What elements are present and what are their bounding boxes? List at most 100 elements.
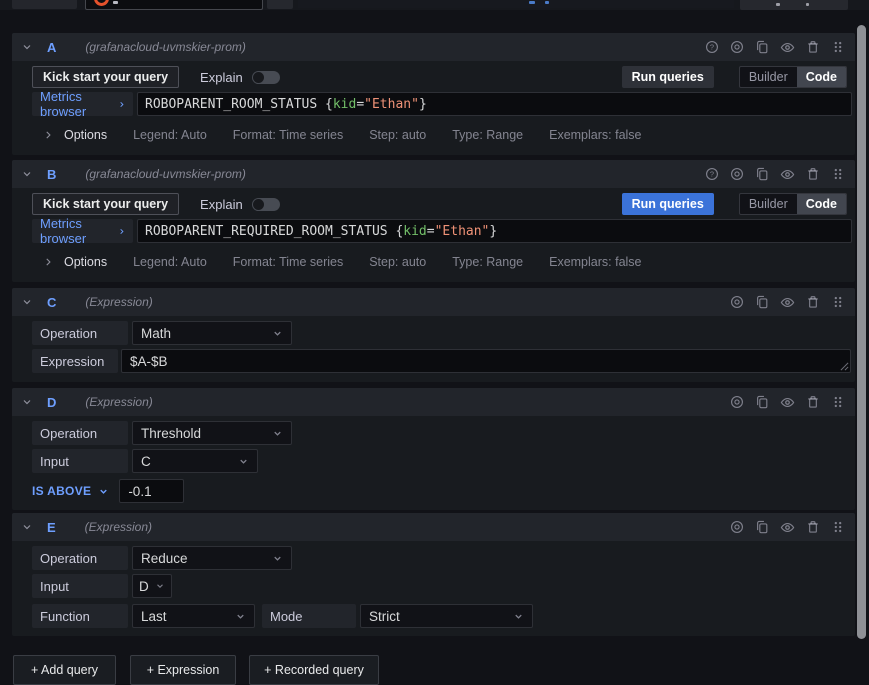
chevron-down-icon[interactable] <box>21 41 33 53</box>
toolbar-fragment-panel <box>298 0 734 8</box>
function-value: Last <box>141 609 167 624</box>
threshold-value: -0.1 <box>128 484 151 499</box>
help-icon[interactable]: ? <box>705 167 719 181</box>
builder-mode-option[interactable]: Builder <box>740 194 797 214</box>
metrics-browser-button[interactable]: Metrics browser <box>32 219 133 243</box>
code-mode-option[interactable]: Code <box>797 194 846 214</box>
delete-query-trash-icon[interactable] <box>806 167 820 181</box>
duplicate-query-icon[interactable] <box>755 40 769 54</box>
duplicate-query-icon[interactable] <box>755 167 769 181</box>
run-queries-button[interactable]: Run queries <box>622 193 714 215</box>
expression-kind: (Expression) <box>85 295 152 309</box>
expression-ref-id: C <box>47 295 56 310</box>
drag-handle-icon[interactable] <box>831 40 845 54</box>
toggle-knob <box>253 199 264 210</box>
option-legend: Legend: Auto <box>133 255 207 269</box>
record-query-icon[interactable] <box>730 520 744 534</box>
hide-query-eye-icon[interactable] <box>780 520 795 535</box>
chevron-down-icon[interactable] <box>21 521 33 533</box>
query-equals: = <box>427 224 435 239</box>
input-select[interactable]: C <box>132 449 258 473</box>
record-query-icon[interactable] <box>730 40 744 54</box>
query-row-a-header: A (grafanacloud-uvmskier-prom) ? <box>12 33 855 61</box>
svg-text:?: ? <box>710 170 714 179</box>
duplicate-query-icon[interactable] <box>755 395 769 409</box>
query-label-value: "Ethan" <box>435 224 490 239</box>
scrollbar[interactable] <box>857 25 866 639</box>
resize-handle-icon[interactable] <box>840 362 849 371</box>
promql-query-input[interactable]: ROBOPARENT_ROOM_STATUS {kid="Ethan"} <box>137 92 852 116</box>
hide-query-eye-icon[interactable] <box>780 395 795 410</box>
chevron-down-icon <box>238 456 249 467</box>
query-text: ROBOPARENT_REQUIRED_ROOM_STATUS { <box>145 224 403 239</box>
record-query-icon[interactable] <box>730 167 744 181</box>
threshold-condition-select[interactable]: IS ABOVE <box>32 484 109 498</box>
toolbar-small-button[interactable] <box>267 0 293 9</box>
add-query-button[interactable]: + Add query <box>13 655 116 685</box>
kick-start-query-button[interactable]: Kick start your query <box>32 193 179 215</box>
hide-query-eye-icon[interactable] <box>780 295 795 310</box>
query-options-row[interactable]: Options Legend: Auto Format: Time series… <box>32 122 852 148</box>
editor-mode-switch: Builder Code <box>739 193 847 215</box>
add-recorded-query-button[interactable]: + Recorded query <box>249 655 379 685</box>
run-queries-button[interactable]: Run queries <box>622 66 714 88</box>
delete-query-trash-icon[interactable] <box>806 295 820 309</box>
operation-select[interactable]: Math <box>132 321 292 345</box>
explain-label: Explain <box>200 197 243 212</box>
chevron-down-icon <box>272 428 283 439</box>
operation-label: Operation <box>32 421 128 445</box>
builder-mode-option[interactable]: Builder <box>740 67 797 87</box>
hide-query-eye-icon[interactable] <box>780 167 795 182</box>
promql-query-input[interactable]: ROBOPARENT_REQUIRED_ROOM_STATUS {kid="Et… <box>137 219 852 243</box>
input-value: D <box>139 579 149 594</box>
svg-text:?: ? <box>710 43 714 52</box>
query-inspector-button-fragment[interactable] <box>740 0 848 10</box>
duplicate-query-icon[interactable] <box>755 520 769 534</box>
function-select[interactable]: Last <box>132 604 255 628</box>
option-type: Type: Range <box>452 128 523 142</box>
kick-start-query-button[interactable]: Kick start your query <box>32 66 179 88</box>
help-icon[interactable]: ? <box>705 40 719 54</box>
input-select[interactable]: D <box>132 574 172 598</box>
query-options-row[interactable]: Options Legend: Auto Format: Time series… <box>32 249 852 275</box>
operation-value: Math <box>141 326 171 341</box>
toolbar-fragment-button[interactable] <box>12 0 77 9</box>
delete-query-trash-icon[interactable] <box>806 395 820 409</box>
expression-row-e-header: E (Expression) <box>12 513 855 541</box>
mode-select[interactable]: Strict <box>360 604 533 628</box>
button-glyph <box>806 3 809 6</box>
option-step: Step: auto <box>369 255 426 269</box>
operation-select[interactable]: Threshold <box>132 421 292 445</box>
chevron-down-icon[interactable] <box>21 168 33 180</box>
code-mode-option[interactable]: Code <box>797 67 846 87</box>
explain-toggle[interactable] <box>252 198 280 211</box>
hide-query-eye-icon[interactable] <box>780 40 795 55</box>
record-query-icon[interactable] <box>730 295 744 309</box>
record-query-icon[interactable] <box>730 395 744 409</box>
mode-value: Strict <box>369 609 400 624</box>
chevron-down-icon[interactable] <box>21 396 33 408</box>
expression-row-d-header: D (Expression) <box>12 388 855 416</box>
drag-handle-icon[interactable] <box>831 167 845 181</box>
option-legend: Legend: Auto <box>133 128 207 142</box>
query-label-value: "Ethan" <box>364 97 419 112</box>
drag-handle-icon[interactable] <box>831 520 845 534</box>
chevron-down-icon[interactable] <box>21 296 33 308</box>
input-label: Input <box>32 449 128 473</box>
toggle-knob <box>253 72 264 83</box>
add-expression-button[interactable]: + Expression <box>130 655 236 685</box>
metrics-browser-button[interactable]: Metrics browser <box>32 92 133 116</box>
datasource-picker[interactable] <box>85 0 263 10</box>
drag-handle-icon[interactable] <box>831 395 845 409</box>
operation-select[interactable]: Reduce <box>132 546 292 570</box>
duplicate-query-icon[interactable] <box>755 295 769 309</box>
threshold-value-input[interactable]: -0.1 <box>119 479 184 503</box>
datasource-picker-glyph <box>113 1 118 4</box>
drag-handle-icon[interactable] <box>831 295 845 309</box>
toolbar-blue-glyph <box>545 1 549 4</box>
explain-toggle[interactable] <box>252 71 280 84</box>
delete-query-trash-icon[interactable] <box>806 520 820 534</box>
math-expression-input[interactable]: $A-$B <box>121 349 851 373</box>
delete-query-trash-icon[interactable] <box>806 40 820 54</box>
query-ref-id: B <box>47 167 56 182</box>
